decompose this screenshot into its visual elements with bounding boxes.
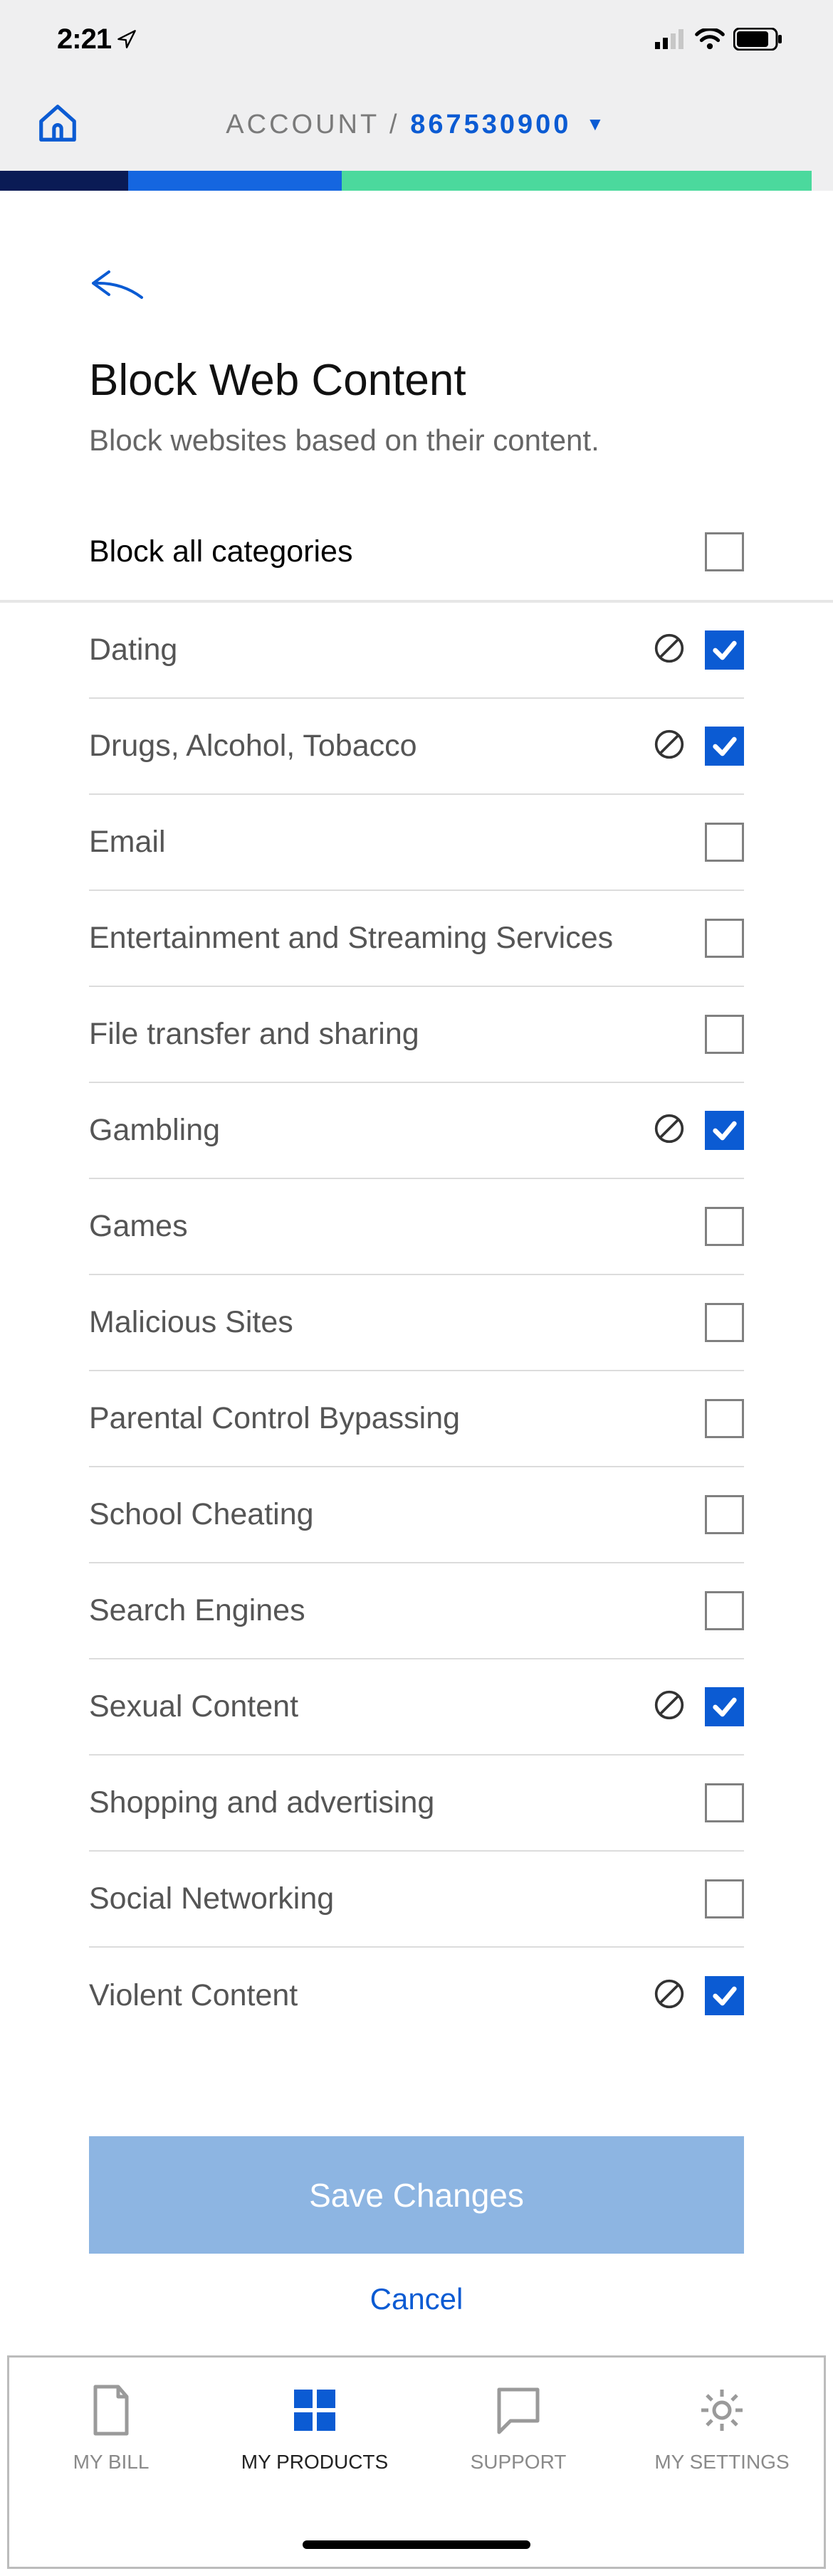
location-arrow-icon xyxy=(117,29,137,49)
nav-label: SUPPORT xyxy=(471,2451,567,2474)
category-label: Shopping and advertising xyxy=(89,1785,434,1820)
category-label: Search Engines xyxy=(89,1593,305,1628)
category-checkbox[interactable] xyxy=(705,919,744,958)
category-checkbox[interactable] xyxy=(705,1783,744,1822)
prohibited-icon xyxy=(654,729,685,760)
back-arrow-icon xyxy=(89,269,146,302)
status-icons xyxy=(655,28,783,51)
category-checkbox[interactable] xyxy=(705,1015,744,1054)
nav-my-products[interactable]: MY PRODUCTS xyxy=(213,2382,416,2567)
category-label: Dating xyxy=(89,633,177,667)
block-all-row: Block all categories xyxy=(0,532,833,603)
prohibited-icon xyxy=(654,1689,685,1721)
category-row: School Cheating xyxy=(89,1467,744,1563)
category-label: Parental Control Bypassing xyxy=(89,1401,460,1436)
category-block-indicator xyxy=(654,633,685,667)
category-checkbox[interactable] xyxy=(705,1495,744,1534)
wifi-icon xyxy=(695,28,725,50)
page-title: Block Web Content xyxy=(89,355,744,406)
category-checkbox[interactable] xyxy=(705,1303,744,1342)
category-row: Social Networking xyxy=(89,1852,744,1948)
category-row: Entertainment and Streaming Services xyxy=(89,891,744,987)
category-label: Sexual Content xyxy=(89,1689,298,1724)
chevron-down-icon: ▼ xyxy=(586,113,607,134)
products-icon xyxy=(291,2387,338,2434)
block-all-checkbox[interactable] xyxy=(705,532,744,571)
bill-icon xyxy=(90,2384,132,2437)
save-button-label: Save Changes xyxy=(309,2176,524,2215)
account-label: ACCOUNT / xyxy=(226,110,399,139)
nav-my-bill[interactable]: MY BILL xyxy=(9,2382,213,2567)
category-label: Social Networking xyxy=(89,1881,334,1916)
category-label: Drugs, Alcohol, Tobacco xyxy=(89,729,417,764)
cancel-button-label: Cancel xyxy=(370,2282,463,2316)
category-row: Drugs, Alcohol, Tobacco xyxy=(89,699,744,795)
cancel-button[interactable]: Cancel xyxy=(89,2282,744,2316)
page-subtitle: Block websites based on their content. xyxy=(89,423,744,458)
category-checkbox[interactable] xyxy=(705,1591,744,1630)
category-row: Search Engines xyxy=(89,1563,744,1659)
category-row: Parental Control Bypassing xyxy=(89,1371,744,1467)
category-label: Games xyxy=(89,1209,188,1244)
nav-label: MY BILL xyxy=(73,2451,150,2474)
category-row: File transfer and sharing xyxy=(89,987,744,1083)
back-button[interactable] xyxy=(89,269,744,305)
category-label: File transfer and sharing xyxy=(89,1017,419,1052)
category-row: Sexual Content xyxy=(89,1659,744,1756)
category-row: Malicious Sites xyxy=(89,1275,744,1371)
nav-label: MY PRODUCTS xyxy=(241,2451,388,2474)
settings-icon xyxy=(697,2385,747,2435)
category-checkbox[interactable] xyxy=(705,727,744,766)
category-row: Violent Content xyxy=(89,1948,744,2044)
category-label: Gambling xyxy=(89,1113,220,1148)
cellular-signal-icon xyxy=(655,29,686,49)
category-checkbox[interactable] xyxy=(705,630,744,670)
save-button[interactable]: Save Changes xyxy=(89,2136,744,2254)
prohibited-icon xyxy=(654,633,685,664)
block-all-label: Block all categories xyxy=(89,534,352,569)
category-checkbox[interactable] xyxy=(705,823,744,862)
category-label: Violent Content xyxy=(89,1978,298,2013)
category-checkbox[interactable] xyxy=(705,1399,744,1438)
progress-bar xyxy=(0,171,833,191)
category-label: Email xyxy=(89,825,166,860)
category-block-indicator xyxy=(654,1689,685,1724)
main-content: Block Web Content Block websites based o… xyxy=(0,269,833,2316)
breadcrumb[interactable]: ACCOUNT / 867530900 ▼ xyxy=(36,110,797,140)
nav-support[interactable]: SUPPORT xyxy=(416,2382,620,2567)
category-block-indicator xyxy=(654,1113,685,1148)
time-text: 2:21 xyxy=(57,23,111,56)
nav-label: MY SETTINGS xyxy=(654,2451,789,2474)
support-icon xyxy=(495,2385,542,2435)
home-indicator[interactable] xyxy=(303,2540,530,2549)
status-time: 2:21 xyxy=(57,23,137,56)
prohibited-icon xyxy=(654,1978,685,2010)
prohibited-icon xyxy=(654,1113,685,1144)
category-checkbox[interactable] xyxy=(705,1976,744,2015)
category-row: Shopping and advertising xyxy=(89,1756,744,1852)
category-label: Entertainment and Streaming Services xyxy=(89,921,613,956)
status-bar: 2:21 xyxy=(0,0,833,78)
battery-icon xyxy=(733,28,783,51)
category-row: Email xyxy=(89,795,744,891)
category-row: Games xyxy=(89,1179,744,1275)
category-checkbox[interactable] xyxy=(705,1879,744,1918)
app-header: ACCOUNT / 867530900 ▼ xyxy=(0,78,833,171)
category-block-indicator xyxy=(654,1978,685,2013)
category-row: Dating xyxy=(89,603,744,699)
category-list: Dating Drugs, Alcohol, Tobacco Email Entert… xyxy=(89,603,744,2044)
category-checkbox[interactable] xyxy=(705,1207,744,1246)
category-label: School Cheating xyxy=(89,1497,314,1532)
nav-my-settings[interactable]: MY SETTINGS xyxy=(620,2382,824,2567)
category-checkbox[interactable] xyxy=(705,1111,744,1150)
category-row: Gambling xyxy=(89,1083,744,1179)
account-number: 867530900 xyxy=(410,110,571,139)
bottom-nav: MY BILL MY PRODUCTS SUPPORT xyxy=(7,2355,826,2569)
category-checkbox[interactable] xyxy=(705,1687,744,1726)
category-block-indicator xyxy=(654,729,685,764)
category-label: Malicious Sites xyxy=(89,1305,293,1340)
